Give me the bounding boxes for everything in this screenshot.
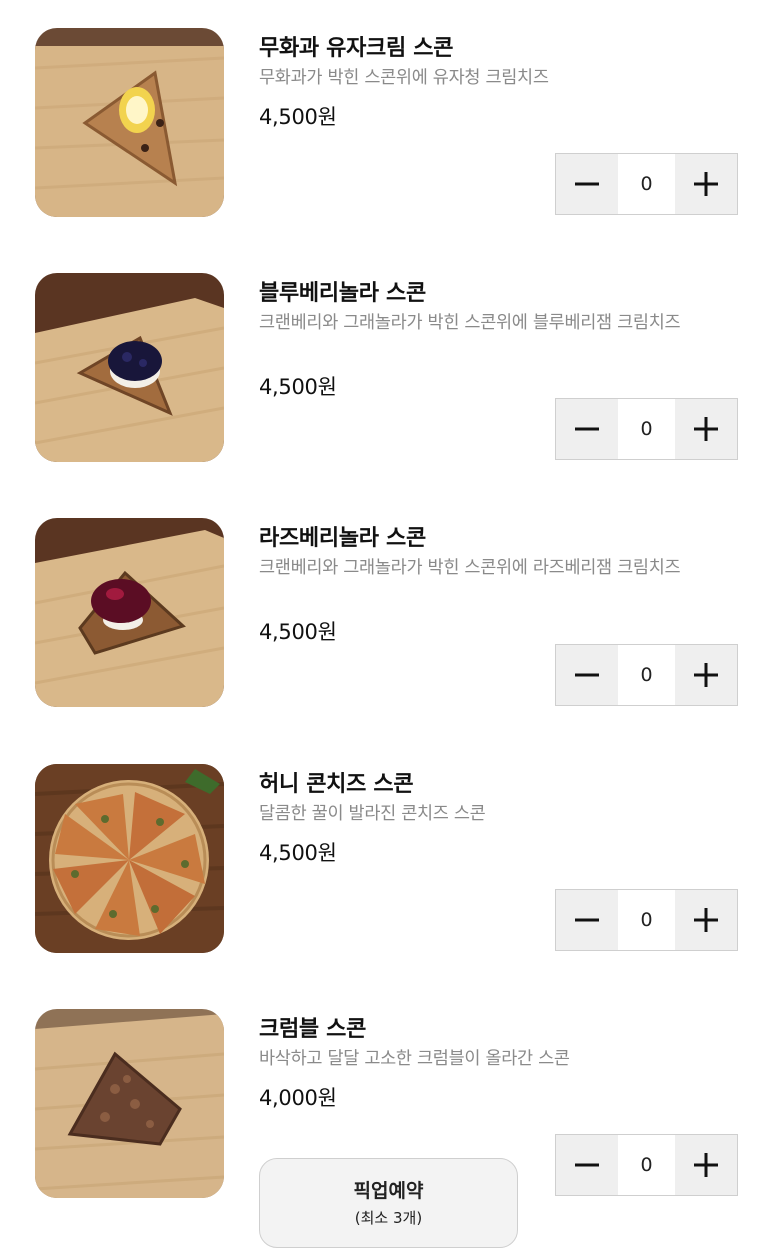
- plus-icon: [694, 1153, 718, 1177]
- item-name: 무화과 유자크림 스콘: [259, 36, 454, 61]
- quantity-value: 0: [618, 399, 675, 459]
- increase-button[interactable]: [675, 1135, 737, 1195]
- quantity-stepper: 0: [555, 398, 738, 460]
- decrease-button[interactable]: [556, 890, 618, 950]
- item-description: 바삭하고 달달 고소한 크럼블이 올라간 스콘: [259, 1049, 570, 1069]
- item-description: 크랜베리와 그래놀라가 박힌 스콘위에 블루베리잼 크림치즈: [259, 313, 681, 333]
- quantity-stepper: 0: [555, 889, 738, 951]
- quantity-stepper: 0: [555, 644, 738, 706]
- plus-icon: [694, 908, 718, 932]
- item-price: 4,500원: [259, 841, 337, 865]
- item-description: 크랜베리와 그래놀라가 박힌 스콘위에 라즈베리잼 크림치즈: [259, 558, 681, 578]
- item-description: 달콤한 꿀이 발라진 콘치즈 스콘: [259, 804, 486, 824]
- increase-button[interactable]: [675, 645, 737, 705]
- minus-icon: [575, 673, 599, 677]
- quantity-value: 0: [618, 1135, 675, 1195]
- item-price: 4,500원: [259, 105, 337, 129]
- item-name: 크럼블 스콘: [259, 1017, 367, 1042]
- item-price: 4,500원: [259, 375, 337, 399]
- pickup-label: 픽업예약: [353, 1180, 424, 1202]
- crumble-scone-photo: [35, 1009, 224, 1198]
- item-name: 허니 콘치즈 스콘: [259, 772, 414, 797]
- honey-corn-cheese-scone-photo: [35, 764, 224, 953]
- increase-button[interactable]: [675, 154, 737, 214]
- decrease-button[interactable]: [556, 1135, 618, 1195]
- blueberry-scone-photo: [35, 273, 224, 462]
- item-name: 라즈베리놀라 스콘: [259, 526, 426, 551]
- plus-icon: [694, 663, 718, 687]
- item-name: 블루베리놀라 스콘: [259, 281, 426, 306]
- menu-item[interactable]: 허니 콘치즈 스콘 달콤한 꿀이 발라진 콘치즈 스콘 4,500원 0: [0, 764, 773, 964]
- minus-icon: [575, 427, 599, 431]
- item-price: 4,000원: [259, 1086, 337, 1110]
- decrease-button[interactable]: [556, 645, 618, 705]
- menu-item[interactable]: 무화과 유자크림 스콘 무화과가 박힌 스콘위에 유자청 크림치즈 4,500원…: [0, 28, 773, 228]
- item-description: 무화과가 박힌 스콘위에 유자청 크림치즈: [259, 68, 549, 88]
- quantity-value: 0: [618, 645, 675, 705]
- item-price: 4,500원: [259, 620, 337, 644]
- menu-item[interactable]: 블루베리놀라 스콘 크랜베리와 그래놀라가 박힌 스콘위에 블루베리잼 크림치즈…: [0, 273, 773, 473]
- quantity-value: 0: [618, 890, 675, 950]
- raspberry-scone-photo: [35, 518, 224, 707]
- quantity-stepper: 0: [555, 1134, 738, 1196]
- decrease-button[interactable]: [556, 154, 618, 214]
- minus-icon: [575, 1163, 599, 1167]
- decrease-button[interactable]: [556, 399, 618, 459]
- pickup-reservation-button[interactable]: 픽업예약 (최소 3개): [259, 1158, 518, 1248]
- plus-icon: [694, 172, 718, 196]
- fig-yuja-scone-photo: [35, 28, 224, 217]
- pickup-min-note: (최소 3개): [354, 1209, 423, 1227]
- increase-button[interactable]: [675, 399, 737, 459]
- minus-icon: [575, 182, 599, 186]
- quantity-stepper: 0: [555, 153, 738, 215]
- minus-icon: [575, 918, 599, 922]
- menu-item[interactable]: 라즈베리놀라 스콘 크랜베리와 그래놀라가 박힌 스콘위에 라즈베리잼 크림치즈…: [0, 518, 773, 718]
- increase-button[interactable]: [675, 890, 737, 950]
- plus-icon: [694, 417, 718, 441]
- quantity-value: 0: [618, 154, 675, 214]
